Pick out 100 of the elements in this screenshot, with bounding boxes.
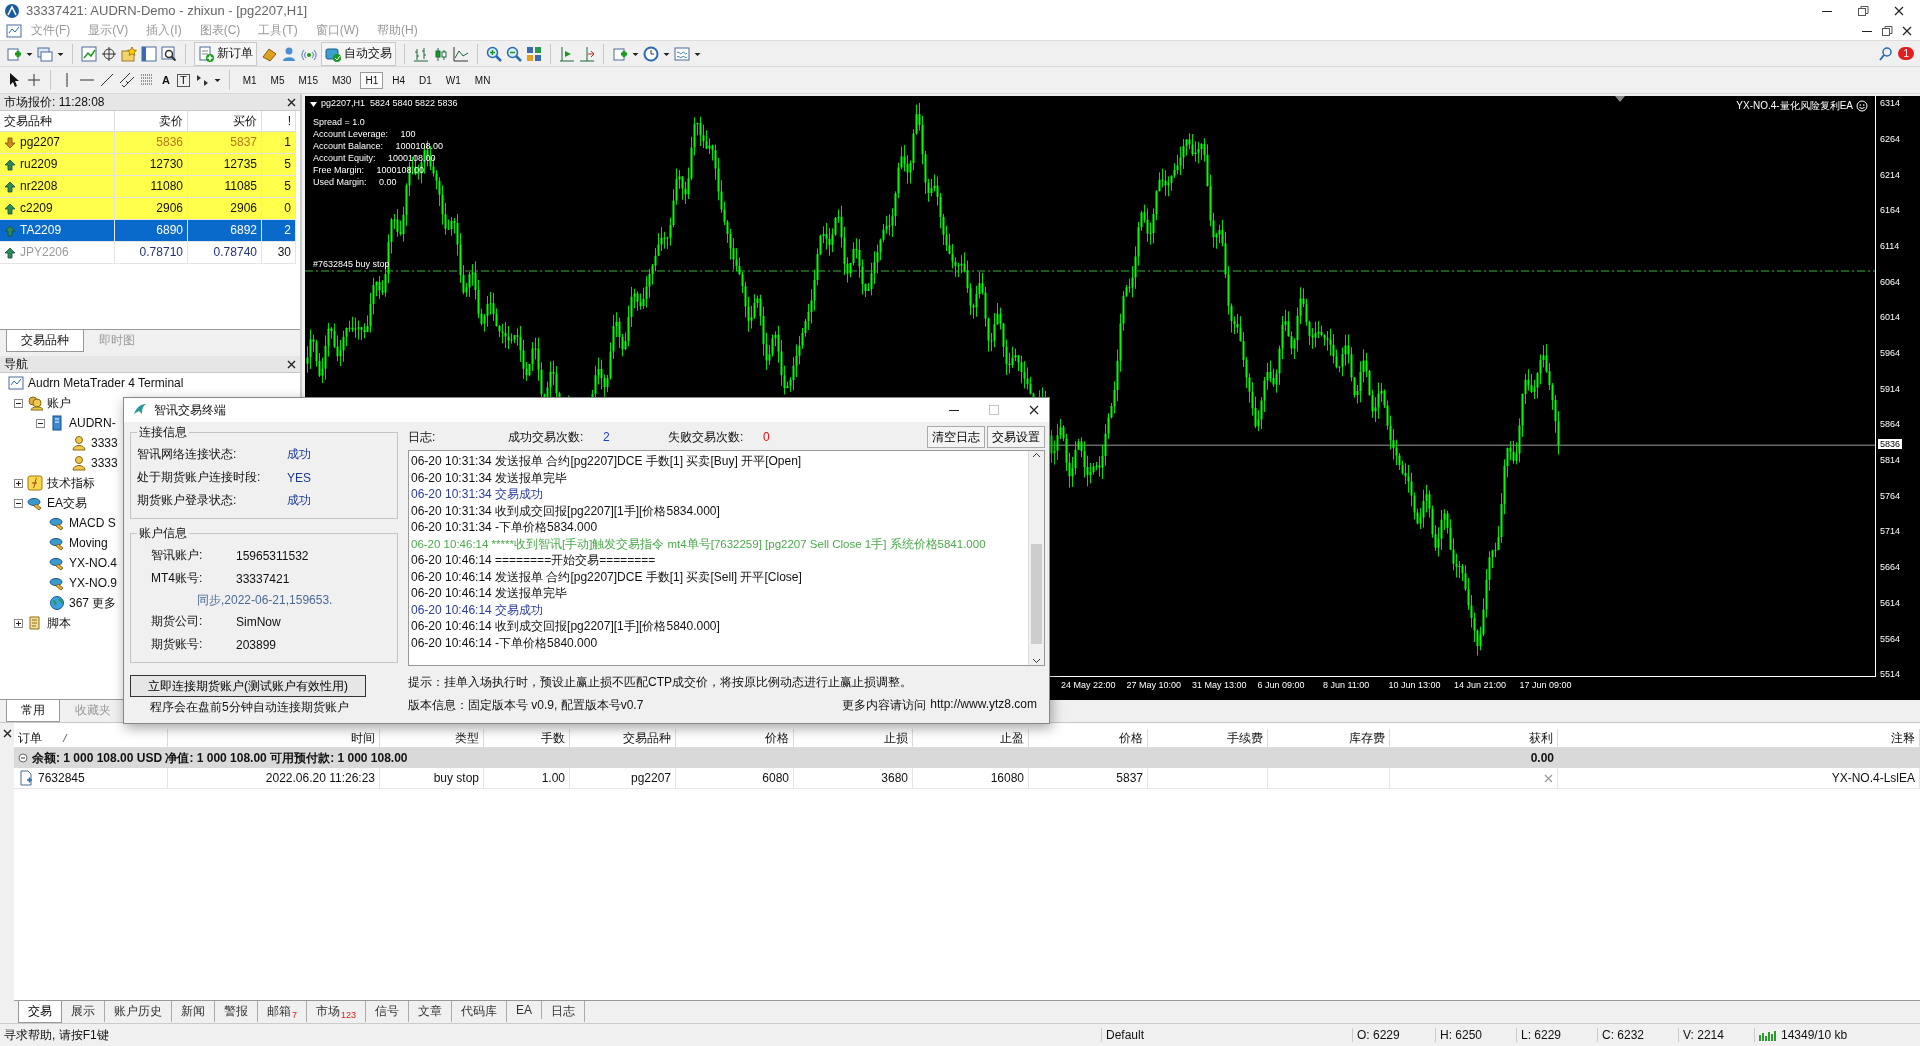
expand-icon[interactable]: [14, 618, 23, 628]
column-header[interactable]: 手续费: [1148, 729, 1268, 749]
log-line: 06-20 10:46:14 -下单价格5840.000: [411, 634, 599, 651]
symbol-cell[interactable]: TA2209: [0, 220, 115, 243]
trend-line-icon[interactable]: [99, 72, 115, 89]
search-icon[interactable]: [1878, 45, 1895, 62]
terminal-tab[interactable]: 警报: [215, 1001, 258, 1023]
scroll-down-icon[interactable]: [1032, 656, 1041, 665]
line-graph-icon[interactable]: [453, 45, 469, 62]
website-link[interactable]: http://www.ytz8.com: [930, 697, 1037, 714]
scroll-up-icon[interactable]: [1032, 451, 1041, 460]
tree-item[interactable]: 3333: [91, 456, 118, 471]
close-icon[interactable]: [2, 729, 12, 739]
timeframe-button[interactable]: H4: [387, 71, 410, 89]
symbol-cell[interactable]: nr2208: [0, 176, 115, 199]
panel-tab[interactable]: 常用: [6, 700, 60, 723]
tree-item[interactable]: Audrn MetaTrader 4 Terminal: [28, 376, 184, 391]
terminal-tab[interactable]: 代码库: [452, 1001, 508, 1023]
new-chart-icon[interactable]: [6, 45, 22, 62]
dialog-button[interactable]: 清空日志: [927, 426, 985, 448]
column-header[interactable]: 手数: [484, 729, 570, 749]
collapse-icon[interactable]: [14, 498, 23, 508]
column-header[interactable]: 时间: [168, 729, 380, 749]
delete-icon[interactable]: [1544, 773, 1553, 783]
restore-icon[interactable]: [1880, 23, 1894, 38]
tree-item[interactable]: YX-NO.4: [69, 556, 117, 571]
timeframe-button[interactable]: W1: [440, 71, 466, 89]
symbol-cell[interactable]: ru2209: [0, 154, 115, 177]
line-chart-icon[interactable]: [81, 45, 97, 62]
column-header[interactable]: 类型: [380, 729, 484, 749]
tree-item[interactable]: 技术指标: [47, 474, 95, 492]
chart-shift-icon[interactable]: [559, 45, 575, 62]
expand-icon[interactable]: [14, 478, 23, 488]
timeframe-button[interactable]: D1: [414, 71, 437, 89]
tree-item[interactable]: 367 更多: [69, 594, 117, 612]
column-header[interactable]: 订单: [18, 729, 42, 748]
terminal-tab[interactable]: 邮箱$_{7}$: [258, 1001, 307, 1023]
new-order-button[interactable]: 新订单: [194, 41, 257, 66]
terminal-tab[interactable]: 交易: [18, 1001, 62, 1024]
terminal-tab[interactable]: EA: [507, 1001, 543, 1020]
tree-item[interactable]: EA交易: [47, 494, 87, 512]
close-icon[interactable]: [287, 97, 296, 107]
panel-tab[interactable]: 交易品种: [6, 330, 84, 353]
tree-item[interactable]: 账户: [47, 394, 71, 412]
terminal-tab[interactable]: 文章: [409, 1001, 453, 1023]
close-icon[interactable]: [1027, 403, 1041, 417]
timeframe-button[interactable]: M5: [265, 71, 290, 89]
timeframe-button[interactable]: M15: [293, 71, 323, 89]
terminal-tab[interactable]: 日志: [542, 1001, 586, 1023]
timeframe-button[interactable]: M30: [326, 71, 357, 89]
column-header[interactable]: 止盈: [913, 729, 1029, 749]
text-label-tool[interactable]: T: [176, 73, 190, 87]
collapse-icon[interactable]: [36, 418, 45, 428]
collapse-icon[interactable]: [14, 398, 23, 408]
crosshair-icon[interactable]: [101, 45, 117, 62]
bar-chart-icon[interactable]: [413, 45, 429, 62]
terminal-tab[interactable]: 新闻: [172, 1001, 215, 1023]
clock-icon[interactable]: [643, 45, 659, 62]
tree-item[interactable]: YX-NO.9: [69, 576, 117, 591]
channel-icon[interactable]: [119, 72, 135, 89]
column-header[interactable]: 价格: [1029, 729, 1148, 749]
scrollbar-thumb[interactable]: [1031, 544, 1042, 644]
text-tool[interactable]: A: [159, 74, 173, 87]
tree-item[interactable]: Moving: [69, 536, 108, 551]
tile-windows-icon[interactable]: [526, 45, 542, 62]
column-header[interactable]: 注释: [1558, 729, 1920, 749]
auto-scroll-icon[interactable]: [579, 45, 595, 62]
column-header[interactable]: 止损: [794, 729, 913, 749]
star-folder-icon[interactable]: [121, 45, 137, 62]
notification-badge[interactable]: 1: [1898, 47, 1914, 61]
close-icon[interactable]: [287, 359, 296, 369]
terminal-tab[interactable]: 信号: [366, 1001, 410, 1023]
side-panel-icon[interactable]: [141, 45, 157, 62]
timeframe-button[interactable]: M1: [237, 71, 262, 89]
timeframe-button[interactable]: MN: [469, 71, 496, 89]
column-header[interactable]: 价格: [676, 729, 794, 749]
terminal-tab[interactable]: 市场$_{123}$: [307, 1001, 367, 1023]
candlestick-icon[interactable]: [433, 45, 449, 62]
zoom-out-icon[interactable]: [506, 45, 522, 62]
column-header[interactable]: 库存费: [1268, 729, 1390, 749]
dialog-button[interactable]: 交易设置: [987, 426, 1045, 448]
person-icon[interactable]: [281, 45, 297, 62]
auto-trade-button[interactable]: 自动交易: [321, 41, 396, 66]
terminal-tab[interactable]: 展示: [62, 1001, 105, 1023]
symbol-cell[interactable]: c2209: [0, 198, 115, 221]
dropdown-triangle-icon[interactable]: [309, 100, 318, 110]
tree-item[interactable]: AUDRN-: [69, 416, 116, 431]
tree-item[interactable]: MACD S: [69, 516, 116, 531]
column-header[interactable]: 交易品种: [570, 729, 676, 749]
restore-icon[interactable]: [1856, 3, 1870, 18]
magnifier-icon[interactable]: [161, 45, 177, 62]
zoom-in-icon[interactable]: [486, 45, 502, 62]
terminal-tab[interactable]: 账户历史: [105, 1001, 172, 1023]
tree-item[interactable]: 脚本: [47, 614, 71, 632]
column-header[interactable]: 获利: [1390, 729, 1558, 749]
indicator-add-icon[interactable]: [612, 45, 628, 62]
symbol-cell[interactable]: pg2207: [0, 132, 115, 155]
timeframe-button[interactable]: H1: [360, 71, 384, 89]
tree-item[interactable]: 3333: [91, 436, 118, 451]
connect-button[interactable]: 立即连接期货账户(测试账户有效性用): [130, 675, 366, 697]
